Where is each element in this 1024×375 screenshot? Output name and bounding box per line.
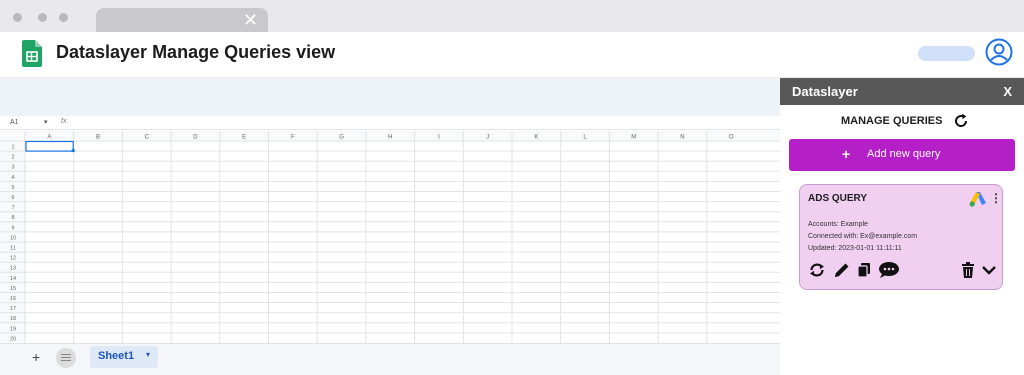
chevron-down-icon[interactable] bbox=[980, 261, 998, 279]
formula-bar[interactable]: A1 ▾ fx bbox=[0, 118, 780, 130]
app-header: Dataslayer Manage Queries view bbox=[0, 32, 1024, 78]
row-header-17[interactable]: 17 bbox=[10, 306, 16, 312]
row-header-20[interactable]: 20 bbox=[10, 336, 16, 342]
query-accounts: Accounts: Example bbox=[808, 221, 868, 228]
sidebar-header: Dataslayer X bbox=[780, 78, 1024, 105]
sheet-tab-dropdown-icon[interactable]: ▾ bbox=[146, 350, 150, 359]
column-header-M[interactable]: M bbox=[631, 135, 636, 141]
column-header-G[interactable]: G bbox=[339, 135, 344, 141]
account-avatar-icon[interactable] bbox=[985, 38, 1013, 66]
add-new-query-label: Add new query bbox=[867, 148, 941, 160]
column-header-A[interactable]: A bbox=[47, 135, 51, 141]
query-connected-with: Connected with: Ex@example.com bbox=[808, 233, 918, 240]
row-header-11[interactable]: 11 bbox=[10, 246, 16, 252]
row-header-16[interactable]: 16 bbox=[10, 296, 16, 302]
add-new-query-button[interactable]: + Add new query bbox=[789, 139, 1015, 171]
google-ads-icon bbox=[969, 192, 986, 207]
window-minimize-dot[interactable] bbox=[38, 13, 47, 22]
tab-close-icon[interactable]: ✕ bbox=[243, 9, 258, 31]
row-header-5[interactable]: 5 bbox=[11, 185, 14, 191]
sidebar-close-button[interactable]: X bbox=[1003, 84, 1012, 99]
query-updated: Updated: 2023-01-01 11:11:11 bbox=[808, 245, 902, 252]
dataslayer-sidebar: Dataslayer X MANAGE QUERIES + Add new qu… bbox=[780, 78, 1024, 375]
row-header-13[interactable]: 13 bbox=[10, 266, 16, 272]
spreadsheet-area: A1 ▾ fx A B C D E F G H I J K L M N O 1 2 3 4 5 6 7 8 9 10 11 12 13… bbox=[0, 78, 780, 375]
row-header-6[interactable]: 6 bbox=[11, 195, 14, 201]
row-header-9[interactable]: 9 bbox=[11, 225, 14, 231]
trash-icon[interactable] bbox=[959, 261, 977, 279]
plus-icon: + bbox=[842, 146, 851, 162]
column-header-F[interactable]: F bbox=[291, 135, 295, 141]
grid-lines[interactable]: A B C D E F G H I J K L M N O1234567891011121314151617… bbox=[0, 131, 780, 343]
row-header-19[interactable]: 19 bbox=[10, 326, 16, 332]
row-header-4[interactable]: 4 bbox=[11, 175, 14, 181]
sidebar-title: Dataslayer bbox=[792, 84, 858, 99]
window-maximize-dot[interactable] bbox=[59, 13, 68, 22]
copy-icon[interactable] bbox=[855, 261, 873, 279]
query-actions bbox=[808, 261, 998, 281]
sheet-tab-label: Sheet1 bbox=[98, 350, 135, 362]
fx-icon: fx bbox=[61, 118, 67, 125]
cell-reference[interactable]: A1 bbox=[10, 119, 19, 126]
refresh-icon[interactable] bbox=[953, 113, 969, 129]
selected-cell[interactable] bbox=[25, 140, 74, 152]
column-header-K[interactable]: K bbox=[534, 135, 538, 141]
browser-window: ✕ Dataslayer Manage Queries view A1 ▾ fx… bbox=[0, 0, 1024, 375]
share-button[interactable] bbox=[918, 46, 975, 61]
sheet-tabs-bar: + Sheet1 ▾ bbox=[0, 343, 780, 375]
column-header-C[interactable]: C bbox=[145, 135, 150, 141]
sheet-toolbar bbox=[0, 78, 780, 116]
cell-ref-dropdown-icon[interactable]: ▾ bbox=[44, 118, 48, 126]
tab-sheet1[interactable]: Sheet1 ▾ bbox=[90, 346, 158, 368]
pencil-icon[interactable] bbox=[833, 261, 851, 279]
query-card[interactable]: ADS QUERY ⋮ Accounts: Example Connected … bbox=[799, 184, 1003, 290]
row-header-8[interactable]: 8 bbox=[11, 215, 14, 221]
browser-tab[interactable]: ✕ bbox=[96, 8, 268, 32]
row-header-1[interactable]: 1 bbox=[11, 145, 14, 151]
page-title: Dataslayer Manage Queries view bbox=[56, 42, 336, 62]
browser-chrome: ✕ bbox=[0, 0, 1024, 32]
row-header-14[interactable]: 14 bbox=[10, 276, 16, 282]
column-header-D[interactable]: D bbox=[193, 135, 198, 141]
row-header-18[interactable]: 18 bbox=[10, 316, 16, 322]
window-close-dot[interactable] bbox=[13, 13, 22, 22]
column-header-E[interactable]: E bbox=[242, 135, 246, 141]
query-menu-icon[interactable]: ⋮ bbox=[990, 191, 1002, 205]
add-sheet-button[interactable]: + bbox=[32, 349, 40, 365]
row-header-2[interactable]: 2 bbox=[11, 155, 14, 161]
column-header-N[interactable]: N bbox=[680, 135, 684, 141]
all-sheets-menu-icon[interactable] bbox=[56, 348, 76, 368]
column-header-J[interactable]: J bbox=[486, 135, 489, 141]
comment-icon[interactable] bbox=[878, 261, 900, 279]
refresh-query-icon[interactable] bbox=[808, 261, 826, 279]
column-header-B[interactable]: B bbox=[96, 135, 100, 141]
row-header-10[interactable]: 10 bbox=[10, 235, 16, 241]
row-header-15[interactable]: 15 bbox=[10, 286, 16, 292]
row-header-12[interactable]: 12 bbox=[10, 256, 16, 262]
query-title: ADS QUERY bbox=[808, 193, 868, 204]
cell-grid[interactable]: A B C D E F G H I J K L M N O 1 2 3 4 5 6 7 8 9 10 11 12 13 14 15 16 17… bbox=[0, 131, 780, 343]
google-sheets-logo bbox=[22, 40, 42, 67]
row-header-7[interactable]: 7 bbox=[11, 205, 14, 211]
column-header-H[interactable]: H bbox=[388, 135, 392, 141]
manage-queries-heading: MANAGE QUERIES bbox=[841, 115, 943, 127]
row-header-3[interactable]: 3 bbox=[11, 165, 14, 171]
column-header-O[interactable]: O bbox=[729, 135, 734, 141]
